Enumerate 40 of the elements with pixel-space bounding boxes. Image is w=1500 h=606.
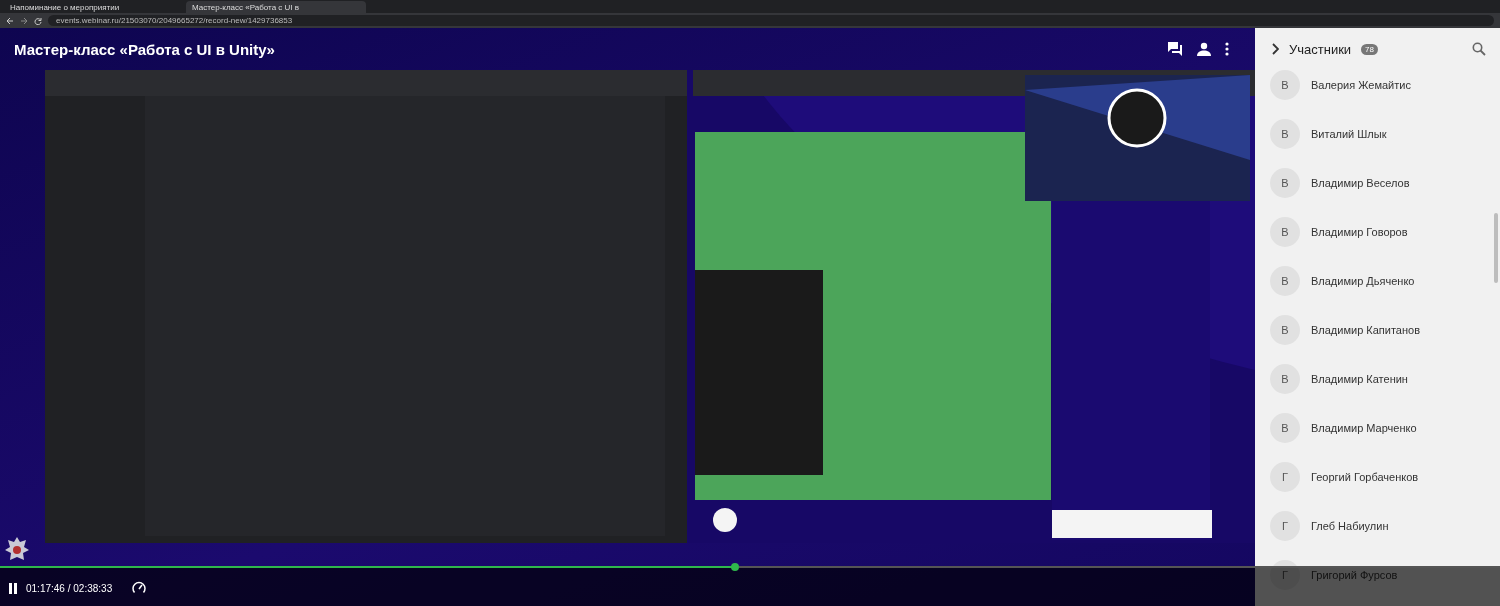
participant-name[interactable]: Владимир Марченко (1311, 421, 1417, 434)
participant-name[interactable]: Глеб Набиулин (1311, 519, 1389, 532)
avatar: В (1270, 69, 1300, 100)
panel-title: Участники (1289, 41, 1352, 57)
chevron-icon[interactable] (1271, 43, 1279, 55)
participant-name[interactable]: Владимир Капитанов (1311, 323, 1420, 336)
person-icon[interactable] (1197, 42, 1211, 56)
avatar: Г (1270, 510, 1300, 541)
participant-name[interactable]: Георгий Горбаченков (1311, 470, 1419, 483)
avatar: В (1270, 363, 1300, 394)
participant-name[interactable]: Владимир Веселов (1311, 176, 1410, 189)
pause-icon[interactable] (8, 582, 18, 594)
avatar: В (1270, 118, 1300, 149)
speedometer-icon[interactable] (132, 581, 147, 595)
more-icon[interactable] (1225, 42, 1229, 56)
scrollbar[interactable] (1494, 213, 1498, 283)
participant-name[interactable]: Владимир Катенин (1311, 372, 1408, 385)
forward-icon[interactable] (20, 16, 28, 25)
back-icon[interactable] (6, 16, 14, 25)
avatar: В (1270, 265, 1300, 296)
avatar: В (1270, 216, 1300, 247)
browser-tab[interactable]: Напоминание о мероприятии (4, 1, 184, 13)
avatar: В (1270, 412, 1300, 443)
emblem-icon (4, 535, 30, 563)
webinar-title: Мастер-класс «Работа с UI в Unity» (14, 40, 276, 58)
playback-time: 01:17:46 / 02:38:33 (26, 582, 113, 594)
avatar: В (1270, 167, 1300, 198)
participant-name[interactable]: Владимир Дьяченко (1311, 274, 1415, 287)
reload-icon[interactable] (34, 16, 42, 25)
participant-name[interactable]: Виталий Шлык (1311, 127, 1387, 140)
progress-thumb[interactable] (731, 563, 739, 571)
address-bar[interactable]: events.webinar.ru/21503070/2049665272/record-new/1429736853 (48, 15, 1494, 26)
browser-tab[interactable]: Мастер-класс «Работа с UI в (186, 1, 366, 13)
chat-icon[interactable] (1167, 41, 1183, 57)
search-icon[interactable] (1472, 42, 1486, 56)
participant-name[interactable]: Владимир Говоров (1311, 225, 1408, 238)
participant-name[interactable]: Валерия Жемайтис (1311, 78, 1411, 91)
participant-count: 78 (1361, 43, 1378, 55)
avatar: Г (1270, 461, 1300, 492)
avatar: В (1270, 314, 1300, 345)
